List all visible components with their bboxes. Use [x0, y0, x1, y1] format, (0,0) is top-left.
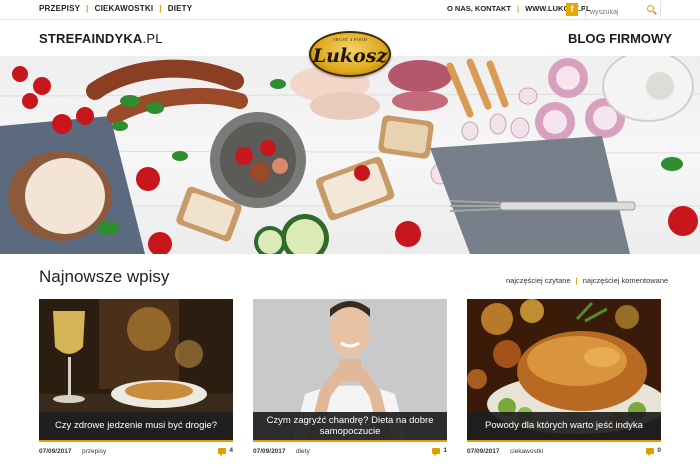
sort-separator: |: [575, 276, 578, 285]
comment-count: 4: [229, 447, 233, 454]
post-title[interactable]: Czym zagryźć chandrę? Dieta na dobre sam…: [253, 412, 447, 442]
blog-title: BLOG FIRMOWY: [568, 31, 672, 46]
hero-food-illustration: [0, 56, 700, 254]
comment-icon: [218, 447, 227, 456]
hero-banner: [0, 56, 700, 254]
post-meta: 07/09/2017 diety 1: [253, 447, 447, 459]
post-title[interactable]: Powody dla których warto jeść indyka: [467, 412, 661, 442]
comment-icon: [646, 447, 655, 456]
post-category[interactable]: przepisy: [82, 448, 106, 455]
about-contact-link[interactable]: O NAS, KONTAKT: [447, 4, 511, 13]
brand-name: STREFAINDYKA: [39, 31, 143, 46]
brand-domain: .PL: [142, 31, 163, 46]
top-bar: PRZEPISY | CIEKAWOSTKI | DIETY O NAS, KO…: [0, 0, 700, 21]
comment-count: 0: [657, 447, 661, 454]
post-date: 07/09/2017: [39, 448, 72, 455]
post-comments[interactable]: 1: [432, 447, 447, 456]
post-card[interactable]: Powody dla których warto jeść indyka 07/…: [467, 299, 661, 461]
facebook-icon[interactable]: f: [566, 3, 578, 16]
post-date: 07/09/2017: [467, 448, 500, 455]
sort-links: najczęściej czytane | najczęściej koment…: [506, 276, 668, 285]
link-separator: |: [517, 4, 520, 13]
comment-count: 1: [443, 447, 447, 454]
search-input[interactable]: [586, 4, 644, 21]
post-title[interactable]: Czy zdrowe jedzenie musi być drogie?: [39, 412, 233, 442]
nav-diety[interactable]: DIETY: [168, 4, 193, 13]
nav-przepisy[interactable]: PRZEPISY: [39, 4, 80, 13]
search-icon[interactable]: [647, 5, 654, 12]
post-date: 07/09/2017: [253, 448, 286, 455]
comment-icon: [432, 447, 441, 456]
sort-most-commented-link[interactable]: najczęściej komentowane: [583, 276, 668, 285]
nav-separator: |: [159, 4, 162, 13]
site-brand[interactable]: STREFAINDYKA.PL: [39, 31, 163, 46]
post-comments[interactable]: 0: [646, 447, 661, 456]
logo-wordmark: Lukosz: [312, 45, 388, 67]
post-card[interactable]: Czy zdrowe jedzenie musi być drogie? 07/…: [39, 299, 233, 461]
post-comments[interactable]: 4: [218, 447, 233, 456]
post-category[interactable]: diety: [296, 448, 310, 455]
lukosz-site-link[interactable]: WWW.LUKOSZ.PL: [525, 4, 590, 13]
nav-separator: |: [86, 4, 89, 13]
post-meta: 07/09/2017 przepisy 4: [39, 447, 233, 459]
nav-ciekawostki[interactable]: CIEKAWOSTKI: [95, 4, 154, 13]
post-card[interactable]: Czym zagryźć chandrę? Dieta na dobre sam…: [253, 299, 447, 461]
search-box: [585, 1, 661, 21]
section-title: Najnowsze wpisy: [39, 267, 170, 286]
top-nav: PRZEPISY | CIEKAWOSTKI | DIETY: [39, 4, 192, 13]
sort-most-read-link[interactable]: najczęściej czytane: [506, 276, 571, 285]
logo-tagline: TRUST 4 FOOD: [332, 37, 368, 42]
post-category[interactable]: ciekawostki: [510, 448, 543, 455]
post-meta: 07/09/2017 ciekawostki 0: [467, 447, 661, 459]
lukosz-logo[interactable]: TRUST 4 FOOD Lukosz: [309, 31, 391, 77]
